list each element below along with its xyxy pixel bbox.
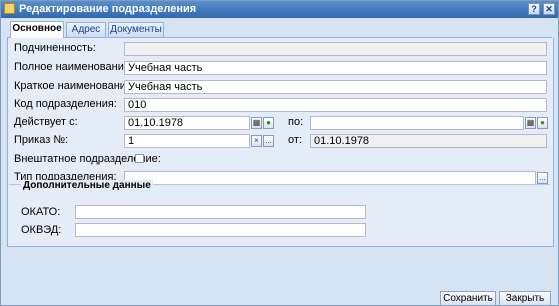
additional-data-legend: Дополнительные данные bbox=[21, 180, 153, 191]
short-name-input[interactable]: Учебная часть bbox=[124, 80, 547, 94]
calendar-today-icon[interactable]: ● bbox=[263, 117, 274, 129]
subordination-field[interactable] bbox=[124, 42, 547, 56]
valid-to-label: по: bbox=[288, 116, 304, 128]
valid-to-input[interactable] bbox=[310, 116, 524, 130]
tab-main[interactable]: Основное bbox=[10, 21, 64, 38]
calendar-icon[interactable]: ▦ bbox=[525, 117, 536, 129]
short-name-label: Краткое наименование: bbox=[14, 80, 136, 92]
ellipsis-button[interactable]: ... bbox=[537, 172, 548, 184]
department-type-field[interactable] bbox=[124, 171, 536, 185]
department-code-input[interactable]: 010 bbox=[124, 98, 547, 112]
tab-address[interactable]: Адрес bbox=[66, 22, 106, 37]
full-name-input[interactable]: Учебная часть bbox=[124, 61, 547, 75]
freelance-department-checkbox[interactable] bbox=[135, 154, 144, 163]
department-code-label: Код подразделения: bbox=[14, 98, 117, 110]
help-icon[interactable]: ? bbox=[528, 3, 540, 15]
order-date-field: 01.10.1978 bbox=[310, 134, 547, 148]
window-app-icon bbox=[4, 3, 15, 14]
subordination-label: Подчиненность: bbox=[14, 42, 96, 54]
close-button[interactable]: Закрыть bbox=[499, 291, 551, 306]
order-number-field[interactable]: 1 bbox=[124, 134, 250, 148]
clear-icon[interactable]: × bbox=[251, 135, 262, 147]
tab-documents[interactable]: Документы bbox=[108, 22, 164, 37]
okved-label: ОКВЭД: bbox=[21, 224, 62, 236]
valid-from-input[interactable]: 01.10.1978 bbox=[124, 116, 250, 130]
window-title: Редактирование подразделения bbox=[19, 3, 197, 15]
order-from-label: от: bbox=[288, 134, 302, 146]
order-number-label: Приказ №: bbox=[14, 134, 69, 146]
window-titlebar[interactable]: Редактирование подразделения ? ✕ bbox=[1, 1, 558, 18]
calendar-today-icon[interactable]: ● bbox=[537, 117, 548, 129]
okato-input[interactable] bbox=[75, 205, 366, 219]
okato-label: ОКАТО: bbox=[21, 206, 61, 218]
save-button[interactable]: Сохранить bbox=[440, 291, 496, 306]
ellipsis-button[interactable]: ... bbox=[263, 135, 274, 147]
calendar-icon[interactable]: ▦ bbox=[251, 117, 262, 129]
main-tab-panel: Подчиненность: Полное наименование: Учеб… bbox=[7, 38, 554, 247]
close-icon[interactable]: ✕ bbox=[543, 3, 555, 15]
edit-department-window: Редактирование подразделения ? ✕ Основно… bbox=[0, 0, 559, 306]
tab-bar: Основное Адрес Документы bbox=[7, 20, 552, 38]
okved-input[interactable] bbox=[75, 223, 366, 237]
valid-from-label: Действует с: bbox=[14, 116, 78, 128]
full-name-label: Полное наименование: bbox=[14, 61, 134, 73]
